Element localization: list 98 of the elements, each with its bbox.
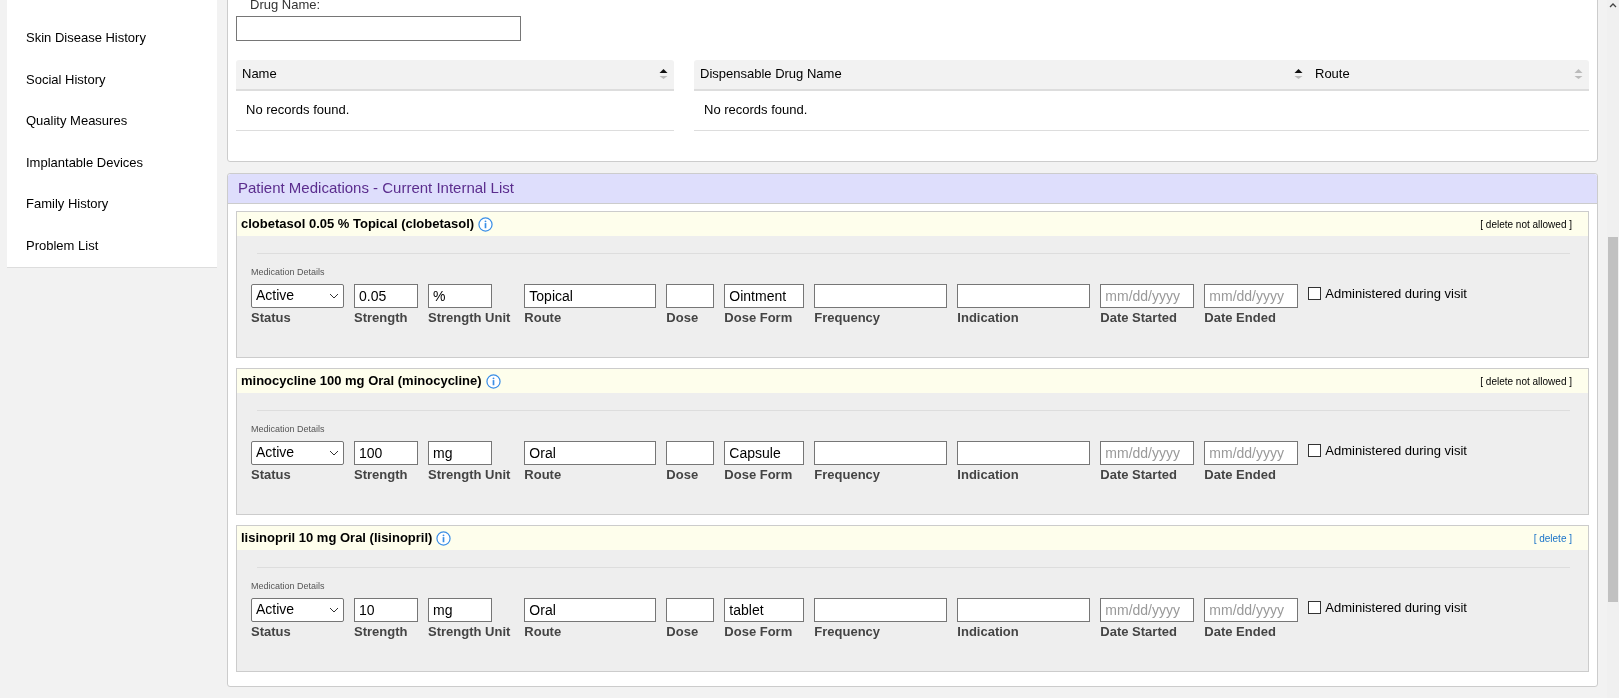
info-icon[interactable] xyxy=(436,530,452,546)
field-label: Strength xyxy=(354,465,409,484)
delete-link[interactable]: [ delete ] xyxy=(1533,530,1572,546)
field-label: Dose xyxy=(666,308,700,327)
field-label: Status xyxy=(251,622,292,641)
medication-name: clobetasol 0.05 % Topical (clobetasol) xyxy=(241,215,475,234)
status-select[interactable]: Active xyxy=(251,440,344,465)
field-label: Date Ended xyxy=(1204,622,1277,641)
table-cell: No records found. xyxy=(694,90,1589,131)
delete-status: [ delete not allowed ] xyxy=(1480,374,1572,389)
medication-name: lisinopril 10 mg Oral (lisinopril) xyxy=(241,529,433,548)
sidebar-item[interactable]: Family History xyxy=(26,194,217,236)
checkbox-label: Administered during visit xyxy=(1325,598,1467,617)
field-label: Status xyxy=(251,308,292,327)
date-field[interactable]: mm/dd/yyyy xyxy=(1100,440,1195,465)
checkbox[interactable] xyxy=(1308,443,1322,457)
text-field[interactable]: tablet xyxy=(724,597,805,622)
text-field[interactable] xyxy=(666,597,715,622)
field-label: Status xyxy=(251,465,292,484)
column-header[interactable]: Name xyxy=(236,64,674,84)
checkbox[interactable] xyxy=(1308,600,1322,614)
chevron-down-icon xyxy=(329,606,339,613)
checkbox-label: Administered during visit xyxy=(1325,284,1467,303)
section-label: Medication Details xyxy=(251,266,326,279)
text-field[interactable] xyxy=(666,440,715,465)
text-field[interactable]: 100 xyxy=(354,440,418,465)
sidebar-item[interactable]: Problem List xyxy=(26,235,217,277)
checkbox-label: Administered during visit xyxy=(1325,441,1467,460)
field-label: Date Started xyxy=(1100,465,1178,484)
field-label: Frequency xyxy=(814,622,882,641)
field-label: Route xyxy=(524,308,563,327)
field-label: Frequency xyxy=(814,308,882,327)
field-label: Dose xyxy=(666,622,700,641)
field-label: Route xyxy=(524,465,563,484)
scrollbar-thumb[interactable] xyxy=(1608,237,1618,602)
chevron-down-icon xyxy=(329,292,339,299)
field-label: Indication xyxy=(957,465,1020,484)
date-field[interactable]: mm/dd/yyyy xyxy=(1204,440,1299,465)
text-field[interactable]: Oral xyxy=(524,597,657,622)
field-label: Drug Name: xyxy=(249,0,322,14)
status-select[interactable]: Active xyxy=(251,597,344,622)
status-select[interactable]: Active xyxy=(251,283,344,308)
field-label: Strength Unit xyxy=(428,622,511,641)
column-header[interactable]: Dispensable Drug Name xyxy=(694,64,1309,84)
sort-icon[interactable] xyxy=(1294,68,1303,80)
field-label: Date Ended xyxy=(1204,308,1277,327)
text-field[interactable] xyxy=(814,440,948,465)
field-label: Strength xyxy=(354,308,409,327)
text-field[interactable] xyxy=(814,283,948,308)
field-label: Indication xyxy=(957,622,1020,641)
text-field[interactable]: Capsule xyxy=(724,440,805,465)
sort-icon[interactable] xyxy=(659,68,668,80)
text-field[interactable]: mg xyxy=(428,597,492,622)
text-field[interactable]: 0.05 xyxy=(354,283,418,308)
text-field[interactable] xyxy=(814,597,948,622)
field-label: Strength Unit xyxy=(428,308,511,327)
sidebar-item[interactable]: Skin Disease History xyxy=(26,28,217,70)
sidebar-item[interactable]: Implantable Devices xyxy=(26,152,217,194)
info-icon[interactable] xyxy=(478,216,494,232)
medication-name: minocycline 100 mg Oral (minocycline) xyxy=(241,372,482,391)
text-field[interactable]: mg xyxy=(428,440,492,465)
text-field[interactable] xyxy=(957,283,1091,308)
info-icon[interactable] xyxy=(485,373,501,389)
text-field[interactable]: Oral xyxy=(524,440,657,465)
text-field[interactable] xyxy=(666,283,715,308)
field-label: Strength xyxy=(354,622,409,641)
text-field[interactable]: Ointment xyxy=(724,283,805,308)
sidebar-item[interactable]: Social History xyxy=(26,69,217,111)
date-field[interactable]: mm/dd/yyyy xyxy=(1100,283,1195,308)
text-field[interactable] xyxy=(957,597,1091,622)
section-label: Medication Details xyxy=(251,580,326,593)
field-label: Date Ended xyxy=(1204,465,1277,484)
text-field[interactable]: % xyxy=(428,283,492,308)
field-label: Dose xyxy=(666,465,700,484)
date-field[interactable]: mm/dd/yyyy xyxy=(1204,597,1299,622)
panel-title: Patient Medications - Current Internal List xyxy=(228,174,1597,204)
field-label: Route xyxy=(524,622,563,641)
table-cell: No records found. xyxy=(236,90,674,131)
sidebar-item[interactable]: Quality Measures xyxy=(26,111,217,153)
drug-name-field[interactable] xyxy=(236,15,521,41)
field-label: Indication xyxy=(957,308,1020,327)
date-field[interactable]: mm/dd/yyyy xyxy=(1100,597,1195,622)
column-header[interactable]: Route xyxy=(1309,64,1589,84)
text-field[interactable]: Topical xyxy=(524,283,657,308)
field-label: Date Started xyxy=(1100,622,1178,641)
date-field[interactable]: mm/dd/yyyy xyxy=(1204,283,1299,308)
chevron-down-icon xyxy=(329,449,339,456)
field-label: Dose Form xyxy=(724,622,794,641)
checkbox[interactable] xyxy=(1308,286,1322,300)
field-label: Dose Form xyxy=(724,465,794,484)
section-label: Medication Details xyxy=(251,423,326,436)
field-label: Frequency xyxy=(814,465,882,484)
field-label: Date Started xyxy=(1100,308,1178,327)
field-label: Strength Unit xyxy=(428,465,511,484)
text-field[interactable] xyxy=(957,440,1091,465)
field-label: Dose Form xyxy=(724,308,794,327)
text-field[interactable]: 10 xyxy=(354,597,418,622)
delete-status: [ delete not allowed ] xyxy=(1480,217,1572,232)
